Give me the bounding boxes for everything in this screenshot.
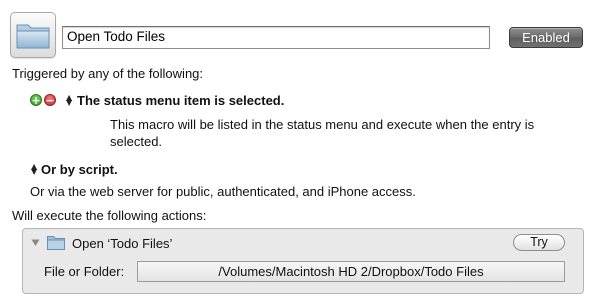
- enabled-button[interactable]: Enabled: [509, 27, 583, 48]
- folder-icon: [47, 236, 65, 250]
- try-button[interactable]: Try: [513, 234, 565, 251]
- triggers-heading: Triggered by any of the following:: [12, 66, 204, 81]
- script-trigger-label: Or by script.: [41, 162, 118, 177]
- folder-icon: [16, 24, 50, 49]
- up-down-arrows-icon[interactable]: ▲ ▼: [31, 163, 37, 176]
- actions-heading: Will execute the following actions:: [12, 208, 207, 223]
- macro-icon-well[interactable]: [10, 12, 56, 58]
- action-title: Open ‘Todo Files’: [72, 236, 173, 251]
- status-menu-description: This macro will be listed in the status …: [110, 117, 535, 132]
- status-menu-trigger-label: The status menu item is selected.: [77, 93, 285, 108]
- macro-name-field[interactable]: Open Todo Files: [62, 26, 490, 49]
- up-down-arrows-icon[interactable]: ▲ ▼: [66, 94, 72, 107]
- web-server-note: Or via the web server for public, authen…: [30, 184, 416, 199]
- status-menu-description-cont: selected.: [110, 134, 163, 149]
- disclosure-triangle-icon[interactable]: [31, 238, 40, 247]
- add-trigger-button[interactable]: +: [30, 94, 42, 107]
- remove-trigger-button[interactable]: −: [44, 94, 56, 107]
- file-path-field[interactable]: /Volumes/Macintosh HD 2/Dropbox/Todo Fil…: [137, 261, 565, 282]
- file-or-folder-label: File or Folder:: [44, 264, 125, 279]
